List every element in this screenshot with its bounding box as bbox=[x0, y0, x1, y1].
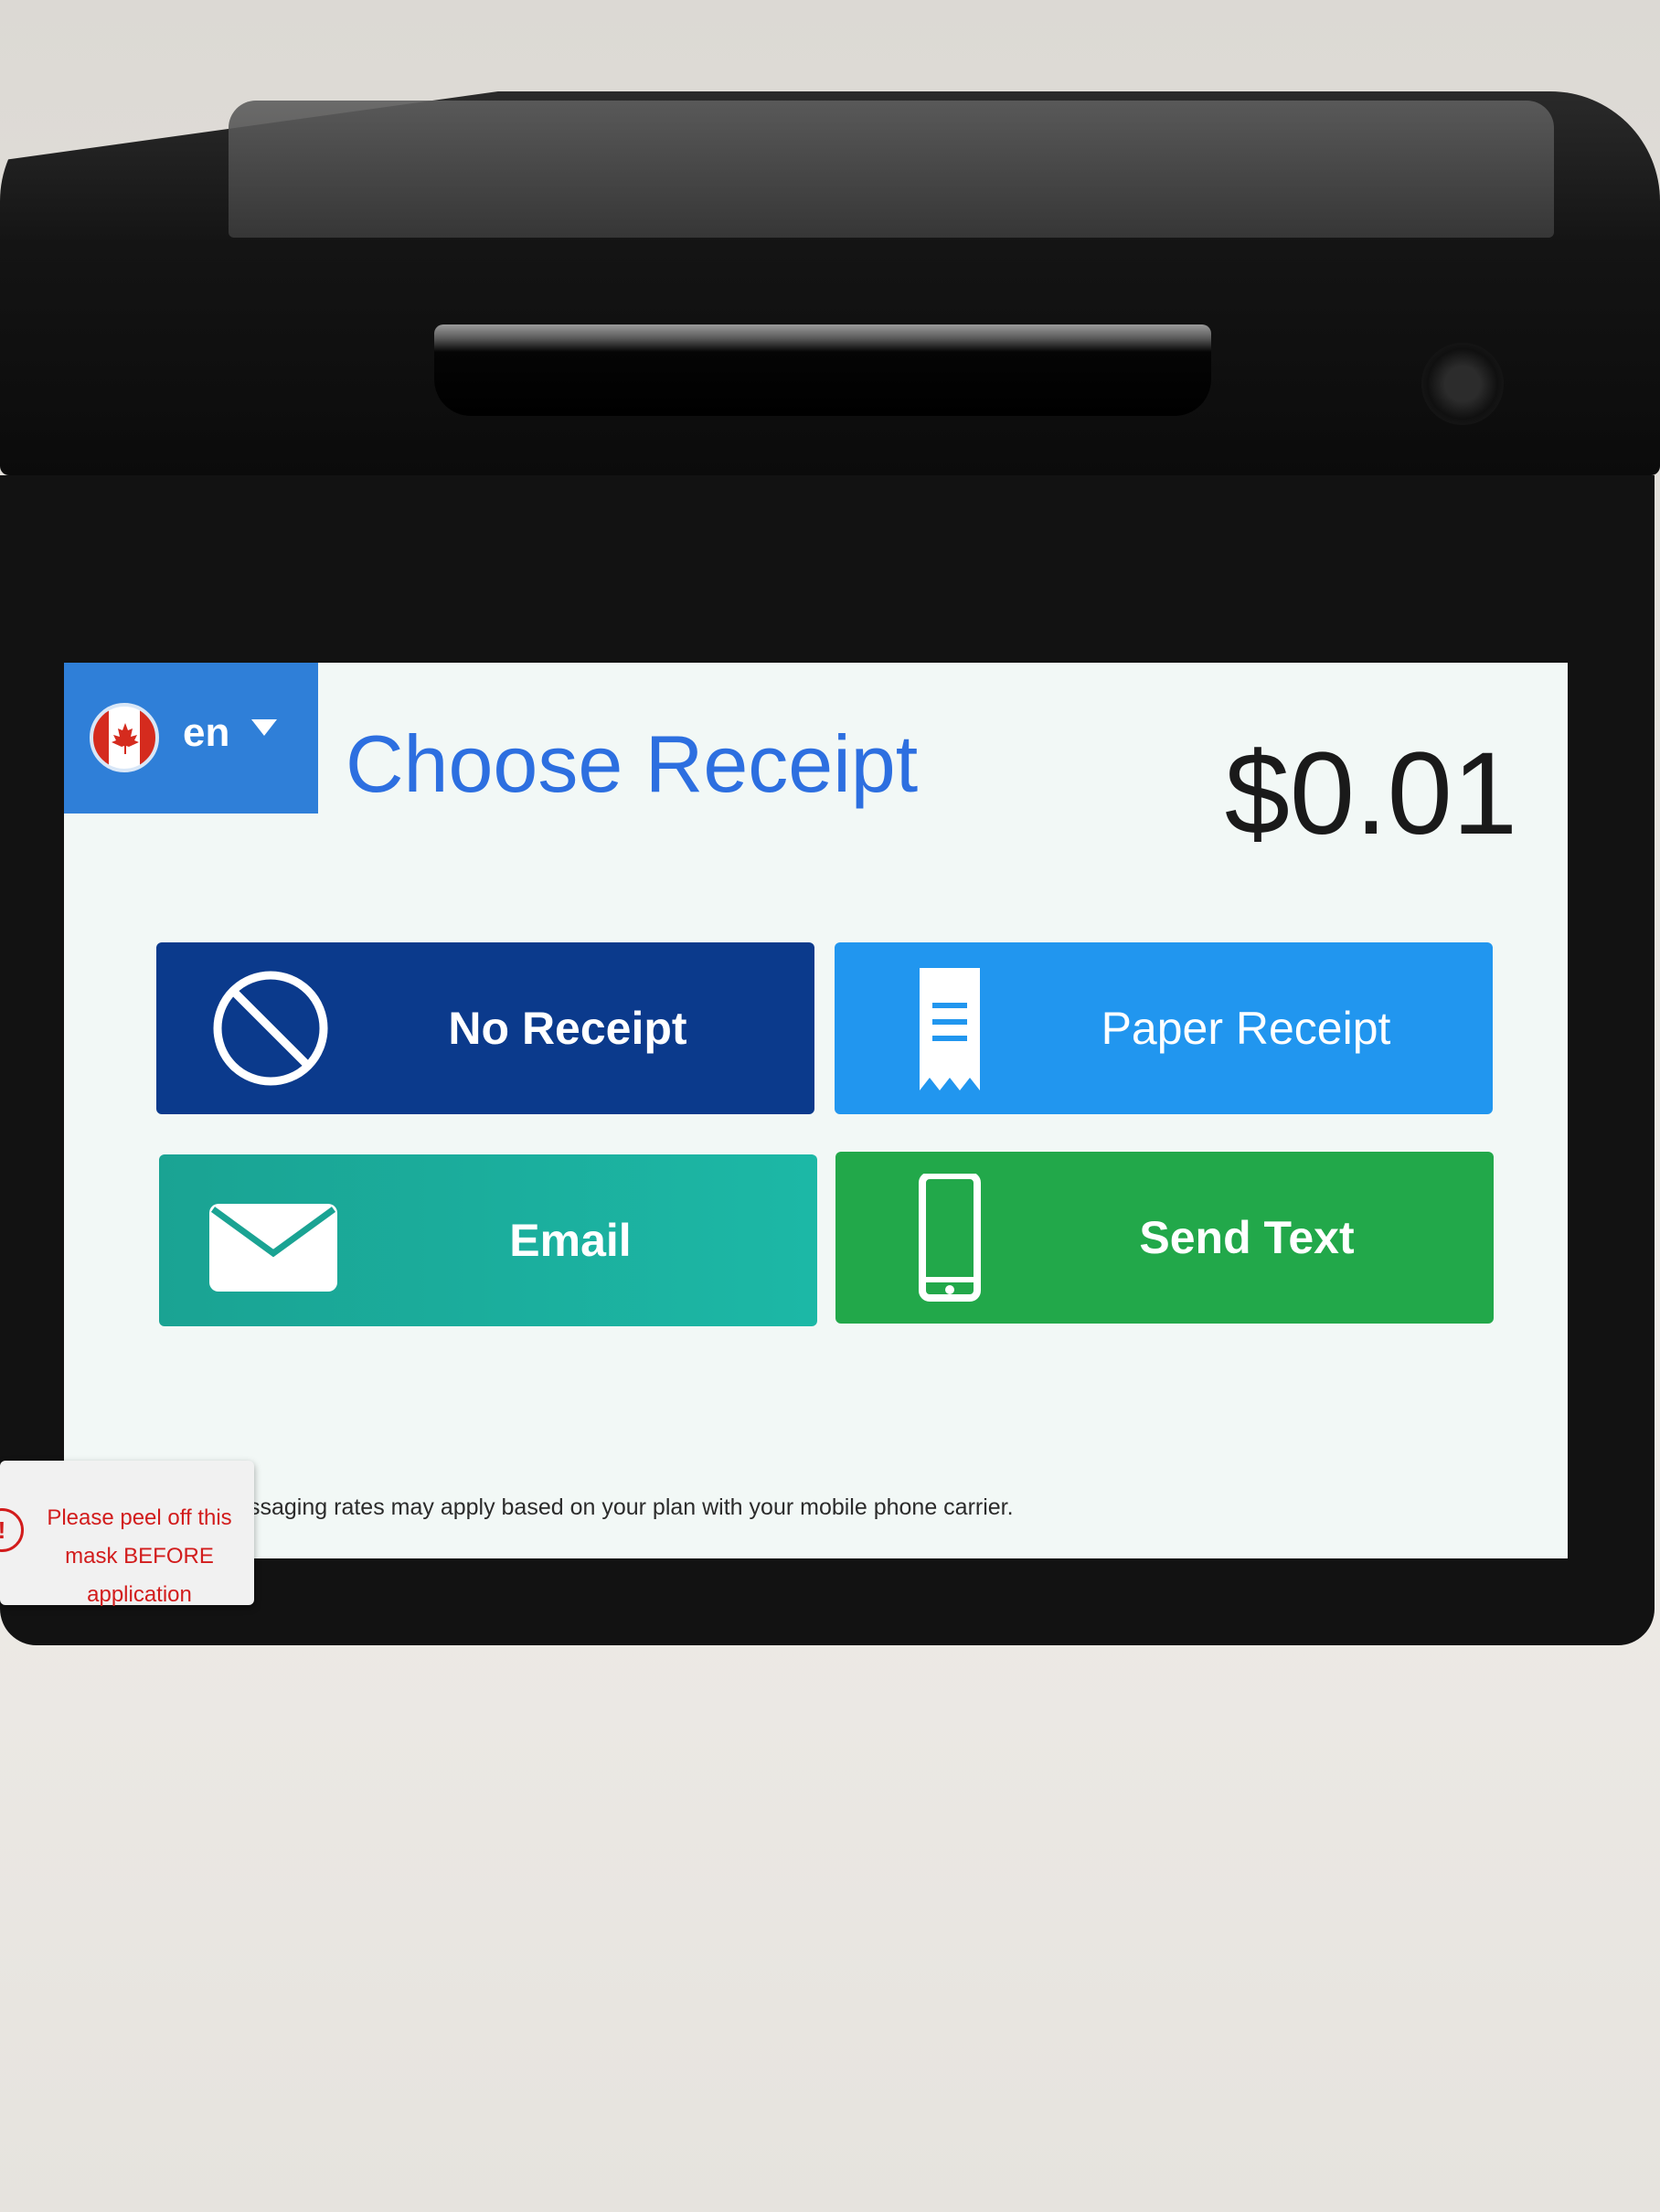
alert-icon: ! bbox=[0, 1508, 24, 1552]
send-text-label: Send Text bbox=[1139, 1212, 1355, 1263]
paper-receipt-button[interactable]: Paper Receipt bbox=[835, 942, 1493, 1114]
chevron-down-icon bbox=[251, 719, 277, 736]
envelope-icon bbox=[209, 1204, 337, 1292]
card-reader-slot bbox=[434, 324, 1211, 416]
camera-lens bbox=[1421, 343, 1504, 425]
receipt-screen: en Choose Receipt $0.01 No Receipt Paper… bbox=[64, 663, 1568, 1558]
paper-receipt-label: Paper Receipt bbox=[1101, 1003, 1391, 1054]
sticker-line-2: mask BEFORE application bbox=[65, 1544, 214, 1607]
no-receipt-label: No Receipt bbox=[448, 1003, 687, 1054]
language-code: en bbox=[183, 710, 230, 755]
email-button[interactable]: Email bbox=[159, 1154, 817, 1326]
terminal-top-display bbox=[229, 101, 1554, 238]
canada-flag-icon bbox=[90, 703, 159, 772]
peel-off-sticker: ! Please peel off this mask BEFORE appli… bbox=[0, 1461, 254, 1607]
language-selector[interactable]: en bbox=[64, 663, 318, 814]
no-receipt-button[interactable]: No Receipt bbox=[156, 942, 814, 1114]
receipt-icon bbox=[920, 968, 980, 1090]
mobile-phone-icon bbox=[919, 1174, 981, 1302]
page-title: Choose Receipt bbox=[346, 718, 919, 809]
email-label: Email bbox=[509, 1215, 632, 1266]
transaction-amount: $0.01 bbox=[1224, 728, 1517, 859]
send-text-button[interactable]: Send Text bbox=[835, 1152, 1494, 1324]
no-sign-icon bbox=[213, 971, 328, 1086]
sticker-text: Please peel off this mask BEFORE applica… bbox=[27, 1499, 251, 1614]
sticker-line-1: Please peel off this bbox=[47, 1505, 232, 1530]
messaging-disclaimer: ssaging rates may apply based on your pl… bbox=[249, 1494, 1014, 1520]
